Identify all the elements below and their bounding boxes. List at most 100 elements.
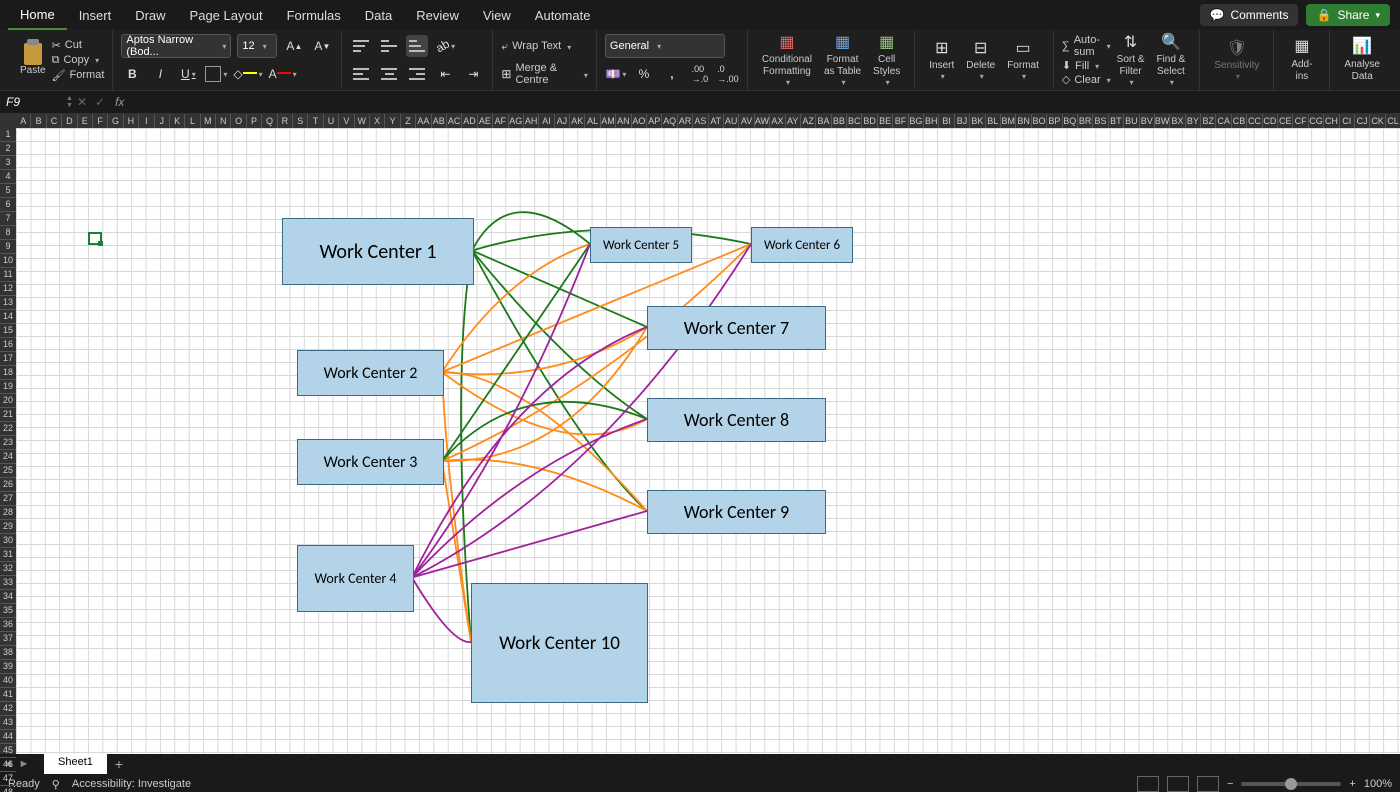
col-header[interactable]: BN (1016, 114, 1031, 128)
row-header[interactable]: 48 (0, 786, 16, 792)
col-header[interactable]: AD (462, 114, 477, 128)
col-header[interactable]: BL (986, 114, 1001, 128)
col-header[interactable]: BA (816, 114, 831, 128)
enter-icon[interactable]: ✓ (91, 95, 109, 109)
col-header[interactable]: AJ (555, 114, 570, 128)
col-header[interactable]: AH (524, 114, 539, 128)
row-header[interactable]: 44 (0, 730, 16, 744)
col-header[interactable]: B (31, 114, 46, 128)
row-header[interactable]: 42 (0, 702, 16, 716)
col-header[interactable]: Q (262, 114, 277, 128)
shape-wc2[interactable]: Work Center 2 (297, 350, 444, 396)
col-header[interactable]: CD (1263, 114, 1278, 128)
col-header[interactable]: W (355, 114, 370, 128)
tab-data[interactable]: Data (353, 2, 404, 29)
shape-wc10[interactable]: Work Center 10 (471, 583, 648, 703)
insert-cells-button[interactable]: ⊞Insert (923, 30, 960, 90)
underline-button[interactable]: U (177, 63, 199, 85)
col-header[interactable]: BX (1170, 114, 1185, 128)
row-header[interactable]: 25 (0, 464, 16, 478)
col-header[interactable]: AP (647, 114, 662, 128)
percent-button[interactable]: % (633, 63, 655, 85)
align-center-button[interactable] (378, 63, 400, 85)
conditional-formatting-button[interactable]: ▦Conditional Formatting (756, 30, 818, 90)
orientation-button[interactable]: ab (434, 35, 456, 57)
row-header[interactable]: 3 (0, 156, 16, 170)
tab-automate[interactable]: Automate (523, 2, 603, 29)
sort-filter-button[interactable]: ⇅Sort & Filter (1111, 30, 1151, 90)
number-format-select[interactable]: General (605, 34, 725, 58)
row-header[interactable]: 13 (0, 296, 16, 310)
col-header[interactable]: AN (616, 114, 631, 128)
col-header[interactable]: CJ (1355, 114, 1370, 128)
row-header[interactable]: 17 (0, 352, 16, 366)
shape-wc5[interactable]: Work Center 5 (590, 227, 692, 263)
tab-home[interactable]: Home (8, 1, 67, 30)
col-header[interactable]: AX (770, 114, 785, 128)
increase-indent-button[interactable]: ⇥ (462, 63, 484, 85)
col-header[interactable]: AK (570, 114, 585, 128)
col-header[interactable]: O (231, 114, 246, 128)
col-header[interactable]: V (339, 114, 354, 128)
comma-button[interactable]: , (661, 63, 683, 85)
col-header[interactable]: Z (401, 114, 416, 128)
row-header[interactable]: 20 (0, 394, 16, 408)
col-header[interactable]: CK (1370, 114, 1385, 128)
row-header[interactable]: 19 (0, 380, 16, 394)
row-header[interactable]: 14 (0, 310, 16, 324)
tab-page-layout[interactable]: Page Layout (178, 2, 275, 29)
row-header[interactable]: 9 (0, 240, 16, 254)
row-header[interactable]: 29 (0, 520, 16, 534)
col-header[interactable]: BR (1078, 114, 1093, 128)
col-header[interactable]: BY (1186, 114, 1201, 128)
tab-view[interactable]: View (471, 2, 523, 29)
row-header[interactable]: 37 (0, 632, 16, 646)
align-bottom-button[interactable] (406, 35, 428, 57)
col-header[interactable]: I (139, 114, 154, 128)
view-page-break-button[interactable] (1197, 776, 1219, 792)
shape-wc7[interactable]: Work Center 7 (647, 306, 826, 350)
col-header[interactable]: H (124, 114, 139, 128)
accessibility-icon[interactable]: ⚲ (52, 778, 60, 791)
row-header[interactable]: 45 (0, 744, 16, 758)
row-header[interactable]: 4 (0, 170, 16, 184)
zoom-level[interactable]: 100% (1364, 778, 1392, 790)
tab-formulas[interactable]: Formulas (275, 2, 353, 29)
col-header[interactable]: BU (1124, 114, 1139, 128)
row-header[interactable]: 26 (0, 478, 16, 492)
col-header[interactable]: BV (1140, 114, 1155, 128)
col-header[interactable]: AS (693, 114, 708, 128)
delete-cells-button[interactable]: ⊟Delete (960, 30, 1001, 90)
col-header[interactable]: S (293, 114, 308, 128)
decrease-font-button[interactable]: A▼ (311, 35, 333, 57)
col-header[interactable]: AA (416, 114, 431, 128)
col-header[interactable]: AU (724, 114, 739, 128)
copy-button[interactable]: ⧉Copy (52, 54, 105, 67)
row-header[interactable]: 46 (0, 758, 16, 772)
row-header[interactable]: 34 (0, 590, 16, 604)
col-header[interactable]: BB (832, 114, 847, 128)
addins-button[interactable]: ▦Add-ins (1282, 37, 1321, 82)
decrease-decimal-button[interactable]: .0→.00 (717, 63, 739, 85)
zoom-out-button[interactable]: − (1227, 778, 1233, 790)
col-header[interactable]: X (370, 114, 385, 128)
col-header[interactable]: T (308, 114, 323, 128)
row-header[interactable]: 40 (0, 674, 16, 688)
zoom-slider[interactable] (1241, 782, 1341, 786)
row-header[interactable]: 41 (0, 688, 16, 702)
row-header[interactable]: 1 (0, 128, 16, 142)
col-header[interactable]: BS (1093, 114, 1108, 128)
add-sheet-button[interactable]: + (115, 756, 123, 772)
col-header[interactable]: J (155, 114, 170, 128)
italic-button[interactable]: I (149, 63, 171, 85)
col-header[interactable]: M (201, 114, 216, 128)
align-right-button[interactable] (406, 63, 428, 85)
col-header[interactable]: AG (509, 114, 524, 128)
row-header[interactable]: 12 (0, 282, 16, 296)
col-header[interactable]: AF (493, 114, 508, 128)
col-header[interactable]: L (185, 114, 200, 128)
row-header[interactable]: 39 (0, 660, 16, 674)
col-header[interactable]: AB (432, 114, 447, 128)
shape-wc6[interactable]: Work Center 6 (751, 227, 853, 263)
increase-font-button[interactable]: A▲ (283, 35, 305, 57)
